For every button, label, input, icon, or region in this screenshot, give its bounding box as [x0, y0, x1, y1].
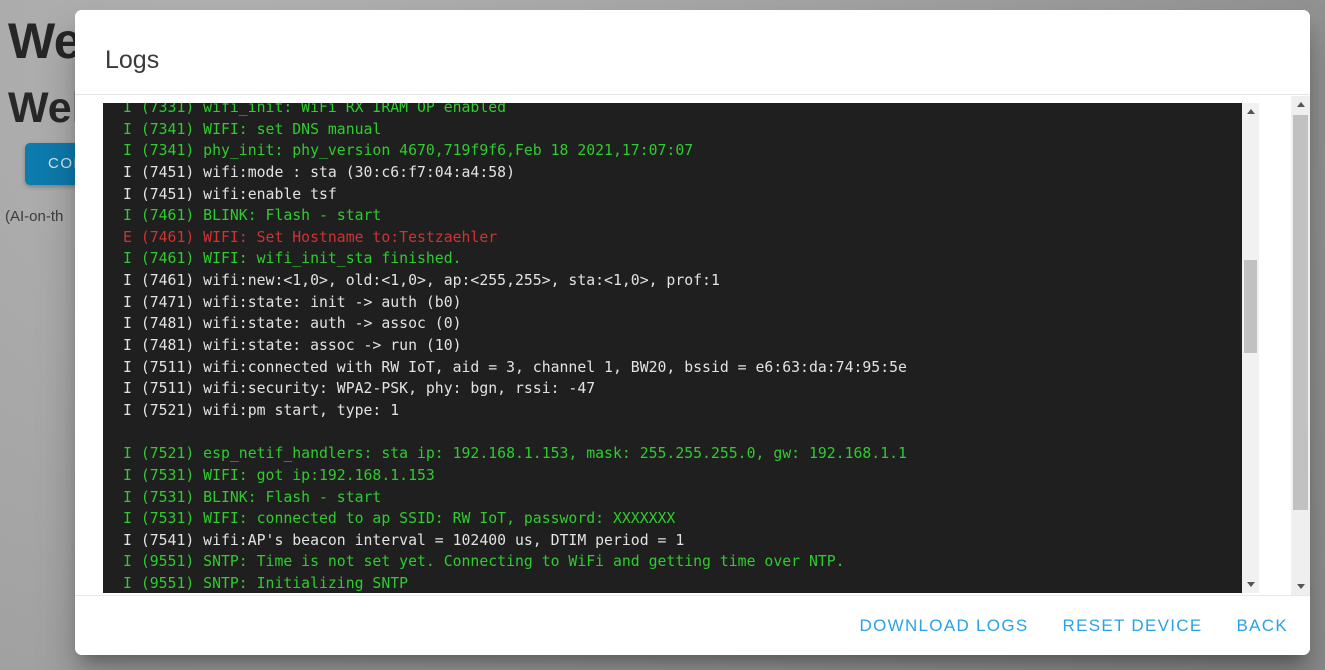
log-text: I (7331) wifi_init: WiFi RX IRAM OP enab… — [103, 103, 1242, 593]
log-console[interactable]: I (7331) wifi_init: WiFi RX IRAM OP enab… — [103, 103, 1259, 593]
log-line: I (7481) wifi:state: auth -> assoc (0) — [123, 313, 1242, 335]
log-line: I (7341) WIFI: set DNS manual — [123, 119, 1242, 141]
scroll-down-arrow-icon[interactable] — [1242, 576, 1259, 593]
log-line: I (7331) wifi_init: WiFi RX IRAM OP enab… — [123, 103, 1242, 119]
page-title: We — [8, 12, 81, 70]
logs-dialog: Logs I (7331) wifi_init: WiFi RX IRAM OP… — [75, 10, 1310, 655]
dialog-scrollbar-thumb[interactable] — [1293, 115, 1308, 510]
dialog-scrollbar[interactable] — [1291, 96, 1310, 595]
log-line: I (7511) wifi:security: WPA2-PSK, phy: b… — [123, 378, 1242, 400]
log-line: I (7541) wifi:AP's beacon interval = 102… — [123, 530, 1242, 552]
console-scrollbar-thumb[interactable] — [1244, 260, 1257, 353]
reset-device-button[interactable]: RESET DEVICE — [1063, 616, 1203, 636]
log-line: I (7521) wifi:pm start, type: 1 — [123, 400, 1242, 422]
log-line — [123, 422, 1242, 444]
log-line: I (7481) wifi:state: assoc -> run (10) — [123, 335, 1242, 357]
page-caption: (AI-on-th — [5, 208, 63, 225]
console-scrollbar[interactable] — [1242, 103, 1259, 593]
log-line: I (7461) WIFI: wifi_init_sta finished. — [123, 248, 1242, 270]
scroll-down-arrow-icon[interactable] — [1291, 578, 1310, 595]
log-line: I (7511) wifi:connected with RW IoT, aid… — [123, 357, 1242, 379]
log-line: I (7531) WIFI: connected to ap SSID: RW … — [123, 508, 1242, 530]
log-line: I (9551) SNTP: Initializing SNTP — [123, 573, 1242, 593]
log-line: I (7531) BLINK: Flash - start — [123, 487, 1242, 509]
scroll-up-arrow-icon[interactable] — [1291, 96, 1310, 113]
log-line: I (7461) BLINK: Flash - start — [123, 205, 1242, 227]
log-line: I (7461) wifi:new:<1,0>, old:<1,0>, ap:<… — [123, 270, 1242, 292]
back-button[interactable]: BACK — [1237, 616, 1289, 636]
dialog-title: Logs — [105, 46, 159, 75]
dialog-footer: DOWNLOAD LOGS RESET DEVICE BACK — [75, 595, 1310, 655]
log-line: E (7461) WIFI: Set Hostname to:Testzaehl… — [123, 227, 1242, 249]
log-line: I (7451) wifi:mode : sta (30:c6:f7:04:a4… — [123, 162, 1242, 184]
log-line: I (7341) phy_init: phy_version 4670,719f… — [123, 140, 1242, 162]
dialog-body: I (7331) wifi_init: WiFi RX IRAM OP enab… — [75, 96, 1291, 595]
scroll-up-arrow-icon[interactable] — [1242, 103, 1259, 120]
log-line: I (9551) SNTP: Time is not set yet. Conn… — [123, 551, 1242, 573]
log-line: I (7471) wifi:state: init -> auth (b0) — [123, 292, 1242, 314]
log-line: I (7521) esp_netif_handlers: sta ip: 192… — [123, 443, 1242, 465]
dialog-header: Logs — [75, 10, 1310, 95]
log-line: I (7531) WIFI: got ip:192.168.1.153 — [123, 465, 1242, 487]
download-logs-button[interactable]: DOWNLOAD LOGS — [860, 616, 1029, 636]
page-subtitle-heading: Wel — [8, 84, 84, 133]
log-line: I (7451) wifi:enable tsf — [123, 184, 1242, 206]
